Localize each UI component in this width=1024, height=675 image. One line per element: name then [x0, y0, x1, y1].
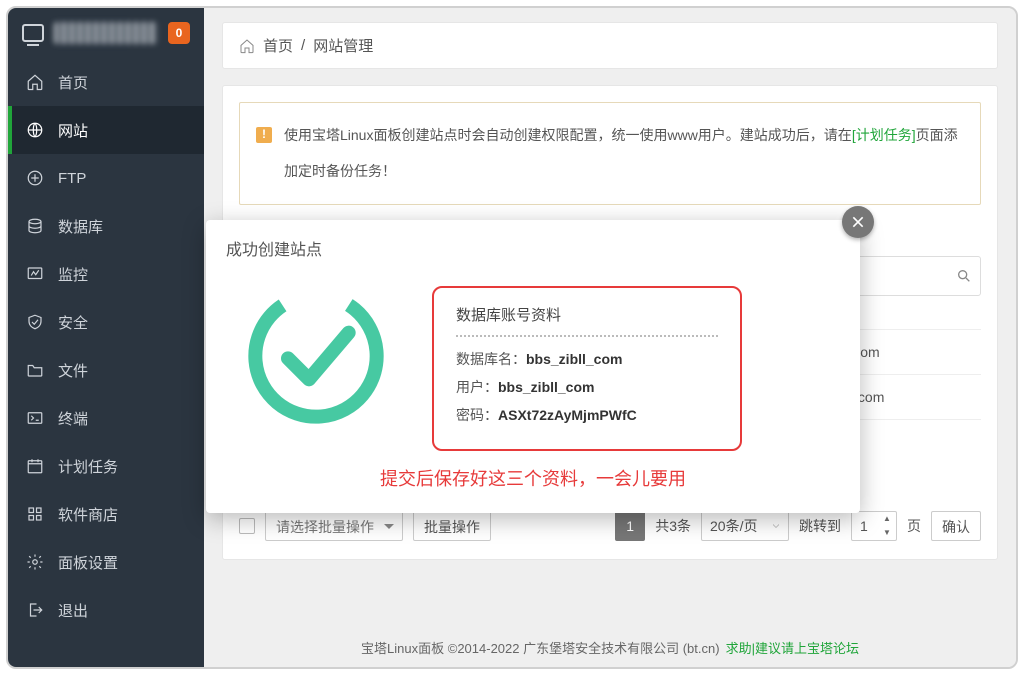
ftp-icon — [26, 169, 44, 187]
logout-icon — [26, 601, 44, 619]
notice-text: 使用宝塔Linux面板创建站点时会自动创建权限配置，统一使用www用户。建站成功… — [284, 117, 964, 190]
search-icon — [956, 268, 972, 284]
total-count: 共3条 — [655, 516, 691, 536]
chevron-down-icon — [770, 520, 782, 532]
success-check-icon — [246, 286, 386, 426]
nav-security[interactable]: 安全 — [8, 298, 204, 346]
select-all-checkbox[interactable] — [239, 518, 255, 534]
breadcrumb-separator: / — [301, 37, 305, 54]
terminal-icon — [26, 409, 44, 427]
nav-label: 首页 — [58, 72, 88, 93]
nav-label: 终端 — [58, 408, 88, 429]
brand-name-blurred — [54, 22, 158, 44]
nav-label: 文件 — [58, 360, 88, 381]
sidebar: 0 首页 网站 FTP 数据库 监控 — [8, 8, 204, 667]
page-word: 页 — [907, 516, 921, 536]
sidebar-nav: 首页 网站 FTP 数据库 监控 安全 — [8, 58, 204, 634]
nav-website[interactable]: 网站 — [8, 106, 204, 154]
page-1-button[interactable]: 1 — [615, 511, 645, 541]
shield-icon — [26, 313, 44, 331]
modal-annotation: 提交后保存好这三个资料，一会儿要用 — [206, 459, 860, 513]
nav-label: 退出 — [58, 600, 88, 621]
warning-icon: ! — [256, 127, 272, 143]
nav-database[interactable]: 数据库 — [8, 202, 204, 250]
nav-files[interactable]: 文件 — [8, 346, 204, 394]
nav-label: 数据库 — [58, 216, 103, 237]
notice-link[interactable]: [计划任务] — [852, 127, 916, 143]
modal-title: 成功创建站点 — [206, 220, 860, 270]
database-icon — [26, 217, 44, 235]
modal-close-button[interactable] — [842, 206, 874, 238]
db-name-row: 数据库名：bbs_zibll_com — [456, 349, 718, 369]
jump-page-input[interactable]: 1 ▲▼ — [851, 511, 897, 541]
db-pass-row: 密码：ASXt72zAyMjmPWfC — [456, 405, 718, 425]
monitor-icon — [26, 265, 44, 283]
close-icon — [850, 214, 866, 230]
breadcrumb-home[interactable]: 首页 — [263, 35, 293, 56]
nav-settings[interactable]: 面板设置 — [8, 538, 204, 586]
nav-cron[interactable]: 计划任务 — [8, 442, 204, 490]
globe-icon — [26, 121, 44, 139]
nav-label: 安全 — [58, 312, 88, 333]
nav-label: 计划任务 — [58, 456, 118, 477]
batch-operation-button[interactable]: 批量操作 — [413, 511, 491, 541]
nav-monitor[interactable]: 监控 — [8, 250, 204, 298]
success-modal: 成功创建站点 数据库账号资料 数据库名：bbs_zibll_com 用户：bbs… — [206, 220, 860, 513]
nav-label: 网站 — [58, 120, 88, 141]
per-page-select[interactable]: 20条/页 — [701, 511, 789, 541]
sidebar-header: 0 — [8, 8, 204, 58]
notification-badge[interactable]: 0 — [168, 22, 190, 44]
calendar-icon — [26, 457, 44, 475]
help-link[interactable]: 求助|建议请上宝塔论坛 — [726, 638, 859, 657]
folder-icon — [26, 361, 44, 379]
grid-icon — [26, 505, 44, 523]
copyright-text: 宝塔Linux面板 ©2014-2022 广东堡塔安全技术有限公司 (bt.cn… — [361, 638, 720, 657]
breadcrumb: 首页 / 网站管理 — [222, 22, 998, 69]
nav-logout[interactable]: 退出 — [8, 586, 204, 634]
nav-terminal[interactable]: 终端 — [8, 394, 204, 442]
home-icon — [26, 73, 44, 91]
jump-label: 跳转到 — [799, 516, 841, 536]
stepper-down-icon[interactable]: ▼ — [880, 528, 894, 538]
nav-label: 面板设置 — [58, 552, 118, 573]
db-credentials-title: 数据库账号资料 — [456, 304, 718, 325]
breadcrumb-current: 网站管理 — [313, 35, 373, 56]
nav-store[interactable]: 软件商店 — [8, 490, 204, 538]
nav-ftp[interactable]: FTP — [8, 154, 204, 202]
home-icon — [239, 38, 255, 54]
nav-label: FTP — [58, 170, 86, 187]
notice-banner: ! 使用宝塔Linux面板创建站点时会自动创建权限配置，统一使用www用户。建站… — [239, 102, 981, 205]
logo-icon — [22, 24, 44, 42]
batch-operation-select[interactable]: 请选择批量操作 — [265, 511, 403, 541]
gear-icon — [26, 553, 44, 571]
nav-label: 监控 — [58, 264, 88, 285]
nav-label: 软件商店 — [58, 504, 118, 525]
stepper-up-icon[interactable]: ▲ — [880, 514, 894, 524]
db-user-row: 用户：bbs_zibll_com — [456, 377, 718, 397]
nav-home[interactable]: 首页 — [8, 58, 204, 106]
db-credentials-box: 数据库账号资料 数据库名：bbs_zibll_com 用户：bbs_zibll_… — [432, 286, 742, 451]
pagination-bar: 请选择批量操作 批量操作 1 共3条 20条/页 跳转到 1 ▲▼ 页 确认 — [239, 511, 981, 541]
footer: 宝塔Linux面板 ©2014-2022 广东堡塔安全技术有限公司 (bt.cn… — [204, 627, 1016, 667]
jump-confirm-button[interactable]: 确认 — [931, 511, 981, 541]
